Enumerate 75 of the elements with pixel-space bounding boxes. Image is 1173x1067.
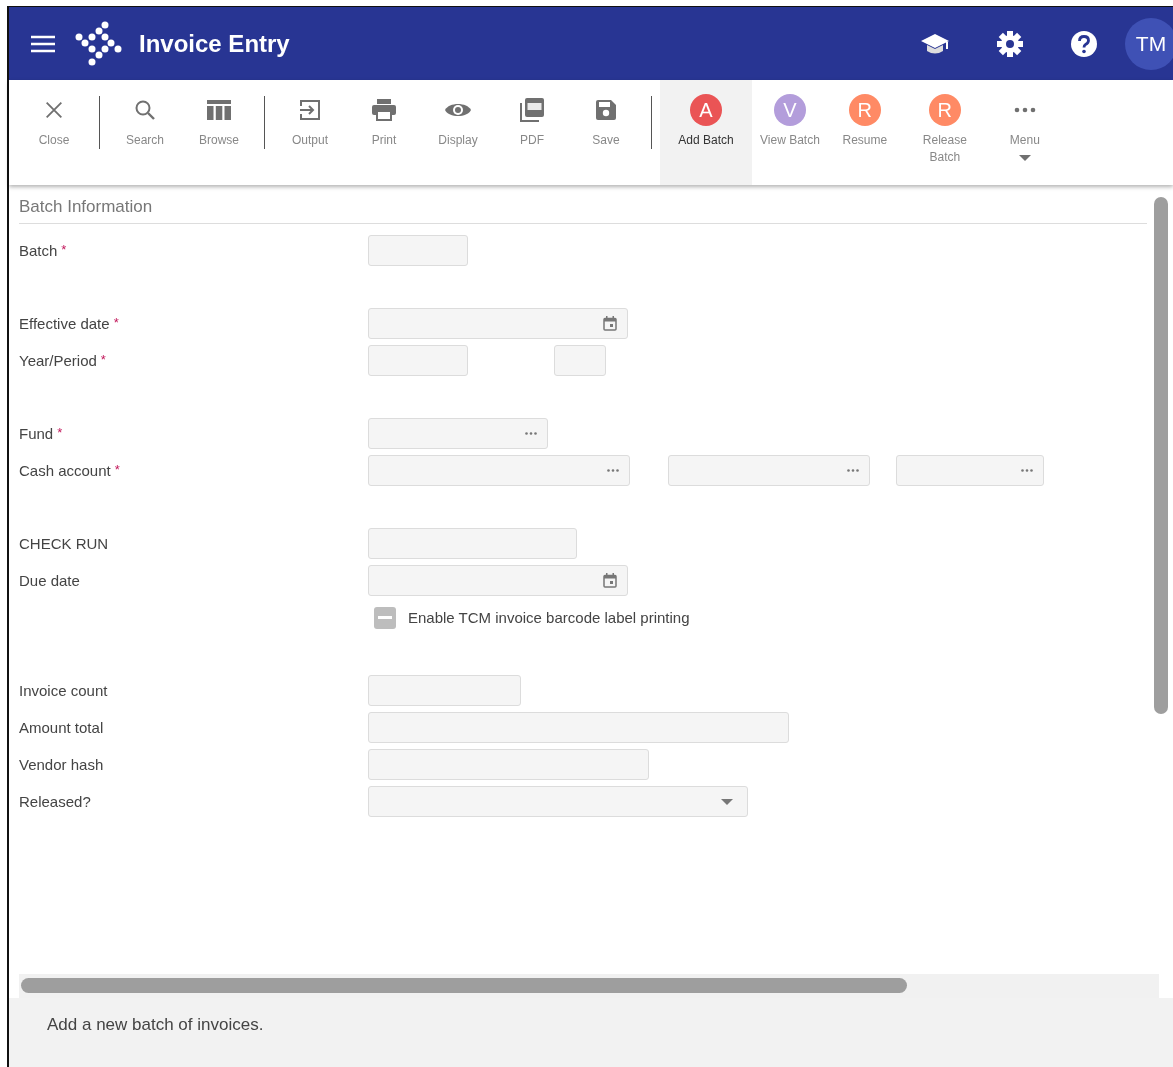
lookup-field[interactable] bbox=[368, 455, 630, 486]
field-label: Year/Period bbox=[19, 352, 97, 369]
field-label: Batch bbox=[19, 242, 58, 259]
input-field[interactable] bbox=[368, 345, 468, 376]
toolbar-button[interactable]: R Resume bbox=[827, 80, 902, 185]
field-label: Amount total bbox=[19, 719, 104, 736]
app-title: Invoice Entry bbox=[139, 29, 290, 58]
required-mark: * bbox=[113, 315, 119, 332]
date-field[interactable] bbox=[368, 308, 628, 339]
required-mark: * bbox=[114, 462, 120, 479]
letter-avatar-icon: R bbox=[928, 94, 961, 126]
toolbar-button[interactable]: Browse bbox=[182, 80, 256, 185]
settings-icon[interactable] bbox=[996, 29, 1024, 58]
toolbar-button[interactable]: PDF bbox=[495, 80, 569, 185]
input-field[interactable] bbox=[554, 345, 606, 376]
toolbar-button[interactable]: R Release Batch bbox=[901, 80, 988, 185]
output-icon bbox=[298, 98, 322, 122]
more-icon bbox=[1021, 469, 1033, 472]
section-title: Batch Information bbox=[19, 197, 1147, 224]
toolbar-button[interactable]: Print bbox=[347, 80, 421, 185]
calendar-icon bbox=[603, 573, 617, 588]
select-field[interactable] bbox=[368, 786, 748, 817]
graduation-cap-icon[interactable] bbox=[920, 31, 950, 56]
table-icon bbox=[206, 98, 232, 122]
toolbar-button[interactable]: A Add Batch bbox=[660, 80, 752, 185]
field-label: Effective date bbox=[19, 315, 110, 332]
date-field[interactable] bbox=[368, 565, 628, 596]
input-field[interactable] bbox=[368, 528, 577, 559]
field-label: Invoice count bbox=[19, 682, 108, 699]
more-icon bbox=[1012, 106, 1037, 114]
caret-icon bbox=[1018, 155, 1031, 161]
required-mark: * bbox=[61, 242, 67, 259]
close-icon bbox=[43, 99, 65, 121]
toolbar-button[interactable]: Output bbox=[273, 80, 347, 185]
input-field[interactable] bbox=[368, 675, 521, 706]
more-icon bbox=[607, 469, 619, 472]
scrollbar-thumb[interactable] bbox=[1154, 197, 1168, 714]
lookup-field[interactable] bbox=[896, 455, 1044, 486]
toolbar-button[interactable]: Save bbox=[569, 80, 643, 185]
help-icon[interactable] bbox=[1070, 29, 1098, 58]
toolbar-button[interactable]: Menu bbox=[987, 80, 1062, 185]
input-field[interactable] bbox=[368, 712, 789, 743]
required-mark: * bbox=[100, 352, 106, 369]
letter-avatar-icon: V bbox=[773, 94, 806, 126]
field-label: CHECK RUN bbox=[19, 535, 109, 552]
toolbar-button[interactable]: V View Batch bbox=[752, 80, 828, 185]
toolbar-button[interactable]: Close bbox=[17, 80, 91, 185]
field-label: Due date bbox=[19, 572, 80, 589]
lookup-field[interactable] bbox=[668, 455, 870, 486]
letter-avatar-icon: R bbox=[848, 94, 881, 126]
field-label: Released? bbox=[19, 793, 91, 810]
field-label: Vendor hash bbox=[19, 756, 104, 773]
field-label: Cash account bbox=[19, 462, 111, 479]
scrollbar-thumb[interactable] bbox=[21, 978, 907, 993]
input-field[interactable] bbox=[368, 749, 649, 780]
save-icon bbox=[594, 98, 618, 122]
lookup-field[interactable] bbox=[368, 418, 548, 449]
calendar-icon bbox=[603, 316, 617, 331]
user-avatar[interactable]: TM bbox=[1125, 17, 1173, 70]
status-message: Add a new batch of invoices. bbox=[9, 998, 1173, 1067]
toolbar-button[interactable]: Search bbox=[108, 80, 182, 185]
checkbox[interactable] bbox=[374, 606, 396, 629]
letter-avatar-icon: A bbox=[690, 94, 722, 126]
more-icon bbox=[525, 432, 537, 435]
menu-icon[interactable] bbox=[31, 34, 55, 53]
toolbar-button[interactable]: Display bbox=[421, 80, 495, 185]
more-icon bbox=[847, 469, 859, 472]
required-mark: * bbox=[57, 425, 63, 442]
checkbox-label: Enable TCM invoice barcode label printing bbox=[408, 609, 690, 626]
input-field[interactable] bbox=[368, 235, 468, 266]
pdf-icon bbox=[519, 97, 545, 123]
search-icon bbox=[133, 98, 157, 122]
caret-icon bbox=[721, 798, 733, 805]
printer-icon bbox=[371, 98, 397, 122]
field-label: Fund bbox=[19, 425, 54, 442]
